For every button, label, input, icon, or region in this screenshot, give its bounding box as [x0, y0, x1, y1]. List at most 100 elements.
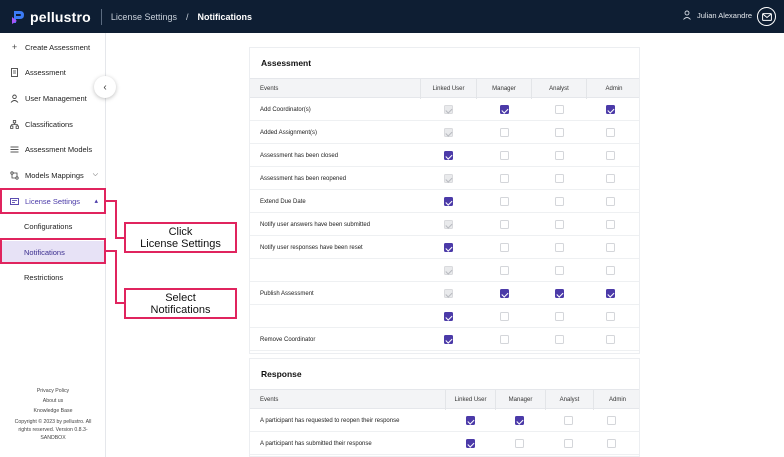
checkbox-linked-user[interactable] [465, 439, 475, 448]
event-label: Remove Coordinator [260, 336, 316, 343]
mail-button[interactable] [757, 7, 776, 26]
event-label: Added Assignment(s) [260, 129, 318, 136]
callout-line: License Settings [140, 237, 221, 250]
checkbox-analyst[interactable] [554, 197, 564, 206]
checkbox-manager[interactable] [499, 174, 509, 183]
pellustro-logo-icon [12, 10, 24, 24]
checkbox-manager[interactable] [499, 335, 509, 344]
sidebar-item-label: Classifications [25, 119, 73, 129]
checkbox-admin[interactable] [605, 128, 615, 137]
checkbox-admin[interactable] [605, 335, 615, 344]
sidebar-item-create-assessment[interactable]: + Create Assessment [0, 35, 106, 59]
table-header: Events Linked User Manager Analyst Admin [250, 78, 641, 99]
checkbox-analyst[interactable] [554, 105, 564, 114]
header-divider [100, 8, 102, 25]
top-bar: pellustro License Settings / Notificatio… [0, 0, 784, 33]
knowledge-base-link[interactable]: Knowledge Base [0, 406, 106, 416]
sidebar-item-user-management[interactable]: User Management [0, 86, 106, 110]
checkbox-admin[interactable] [606, 439, 616, 448]
checkbox-linked-user[interactable] [443, 197, 453, 206]
checkbox-analyst[interactable] [554, 266, 564, 275]
checkbox-analyst[interactable] [563, 416, 573, 425]
checkbox-analyst[interactable] [563, 439, 573, 448]
event-label: Notify user answers have been submitted [260, 221, 371, 228]
checkbox-linked-user [443, 289, 453, 298]
sidebar-item-assessment[interactable]: Assessment [0, 60, 106, 84]
checkbox-analyst[interactable] [554, 289, 564, 298]
sidebar-item-classifications[interactable]: Classifications [0, 112, 106, 136]
checkbox-analyst[interactable] [554, 174, 564, 183]
checkbox-admin[interactable] [605, 266, 615, 275]
leader-line [115, 250, 117, 303]
callout-click-license-settings: Click License Settings [124, 222, 237, 253]
event-label: A participant has requested to reopen th… [260, 417, 400, 424]
user-menu[interactable]: Julian Alexandre [682, 10, 752, 20]
checkbox-linked-user[interactable] [443, 243, 453, 252]
checkbox-analyst[interactable] [554, 220, 564, 229]
leader-line [115, 200, 117, 238]
checkbox-linked-user [443, 174, 453, 183]
chevron-down-icon: ⌵ [92, 171, 98, 178]
column-header-manager: Manager [495, 390, 545, 410]
checkbox-admin[interactable] [605, 243, 615, 252]
copyright-text: Copyright © 2023 by pellustro. All right… [14, 419, 92, 441]
event-label: Assessment has been reopened [260, 175, 347, 182]
sidebar-subitem-restrictions[interactable]: Restrictions [0, 266, 106, 288]
checkbox-analyst[interactable] [554, 312, 564, 321]
checkbox-manager[interactable] [499, 128, 509, 137]
sidebar-subitem-configurations[interactable]: Configurations [0, 215, 106, 237]
event-label: Notify user responses have been reset [260, 244, 363, 251]
checkbox-manager[interactable] [499, 243, 509, 252]
checkbox-admin[interactable] [605, 220, 615, 229]
column-header-analyst: Analyst [545, 390, 593, 410]
column-header-linked-user: Linked User [445, 390, 495, 410]
sidebar-item-label: Models Mappings [25, 170, 84, 180]
brand-logo[interactable]: pellustro [11, 9, 91, 25]
checkbox-manager[interactable] [499, 105, 509, 114]
checkbox-manager[interactable] [499, 312, 509, 321]
sidebar-item-models-mappings[interactable]: Models Mappings ⌵ [0, 163, 106, 187]
checkbox-analyst[interactable] [554, 128, 564, 137]
checkbox-manager[interactable] [499, 151, 509, 160]
checkbox-manager[interactable] [514, 439, 524, 448]
checkbox-manager[interactable] [499, 197, 509, 206]
checkbox-linked-user[interactable] [443, 312, 453, 321]
privacy-policy-link[interactable]: Privacy Policy [0, 386, 106, 396]
checkbox-admin[interactable] [605, 174, 615, 183]
checkbox-manager[interactable] [499, 220, 509, 229]
checkbox-linked-user[interactable] [443, 335, 453, 344]
about-us-link[interactable]: About us [0, 396, 106, 406]
checkbox-analyst[interactable] [554, 335, 564, 344]
table-row: A participant has submitted their respon… [250, 432, 639, 455]
checkbox-analyst[interactable] [554, 243, 564, 252]
column-header-admin: Admin [586, 79, 641, 99]
table-row: Extend Due Date [250, 190, 639, 213]
checkbox-admin[interactable] [605, 105, 615, 114]
table-row: Add Coordinator(s) [250, 98, 639, 121]
callout-line: Click [168, 225, 193, 238]
table-row: Added Assignment(s) [250, 121, 639, 144]
callout-line: Select [165, 291, 196, 304]
checkbox-admin[interactable] [606, 416, 616, 425]
assessment-rows: Add Coordinator(s) Added Assignment(s) Ass… [250, 98, 639, 351]
checkbox-admin[interactable] [605, 312, 615, 321]
checkbox-manager[interactable] [514, 416, 524, 425]
document-icon [11, 67, 18, 77]
checkbox-linked-user [443, 128, 453, 137]
checkbox-manager[interactable] [499, 266, 509, 275]
checkbox-admin[interactable] [605, 289, 615, 298]
brand-name: pellustro [30, 8, 91, 25]
checkbox-linked-user[interactable] [465, 416, 475, 425]
checkbox-analyst[interactable] [554, 151, 564, 160]
table-row: Assessment has been closed [250, 144, 639, 167]
section-title: Response [261, 369, 302, 379]
checkbox-admin[interactable] [605, 197, 615, 206]
checkbox-linked-user[interactable] [443, 151, 453, 160]
collapse-sidebar-button[interactable]: ‹ [94, 76, 116, 98]
sidebar-item-assessment-models[interactable]: Assessment Models [0, 137, 106, 161]
column-header-manager: Manager [476, 79, 531, 99]
checkbox-manager[interactable] [499, 289, 509, 298]
checkbox-admin[interactable] [605, 151, 615, 160]
breadcrumb-license-settings[interactable]: License Settings [111, 12, 177, 22]
event-label: Assessment has been closed [260, 152, 339, 159]
